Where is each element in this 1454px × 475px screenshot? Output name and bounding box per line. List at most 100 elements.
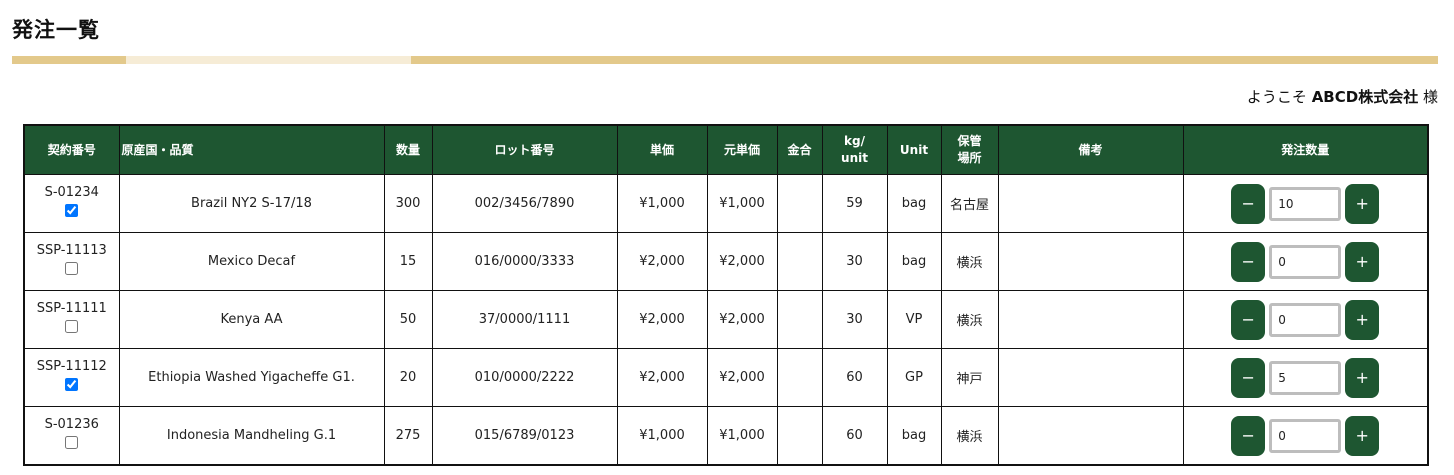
divider-segment-1 [12,56,126,64]
decrement-button[interactable]: − [1231,183,1266,224]
increment-button[interactable]: + [1345,415,1380,456]
metal-cell [776,174,823,233]
quantity-cell: 275 [383,406,433,466]
storage-cell: 横浜 [940,290,999,349]
table-row: SSP-11113 Mexico Decaf 15 016/0000/3333 ¥2,0… [23,232,1429,291]
metal-cell [776,406,823,466]
header-kg-unit-line1: kg/ [844,134,865,149]
quantity-stepper: −+ [1184,415,1428,456]
quantity-cell: 15 [383,232,433,291]
remarks-cell [997,290,1184,349]
order-quantity-input[interactable] [1269,418,1342,453]
increment-button[interactable]: + [1345,241,1380,282]
storage-cell: 横浜 [940,232,999,291]
header-metal: 金合 [776,124,823,175]
unit-cell: VP [886,290,942,349]
table-row: SSP-11111 Kenya AA 50 37/0000/1111 ¥2,000 ¥2,… [23,290,1429,349]
increment-button[interactable]: + [1345,183,1380,224]
remarks-cell [997,406,1184,466]
order-qty-cell: −+ [1182,406,1429,466]
kg-unit-cell: 60 [821,348,888,407]
lot-cell: 002/3456/7890 [431,174,618,233]
decrement-button[interactable]: − [1231,415,1266,456]
kg-unit-cell: 60 [821,406,888,466]
unit-price-cell: ¥1,000 [616,174,708,233]
company-name: ABCD株式会社 [1311,88,1419,106]
order-quantity-input[interactable] [1269,302,1342,337]
contract-number: S-01234 [44,185,99,201]
welcome-prefix: ようこそ [1246,88,1307,106]
metal-cell [776,290,823,349]
header-lot: ロット番号 [431,124,618,175]
header-contract: 契約番号 [23,124,120,175]
increment-button[interactable]: + [1345,357,1380,398]
header-kg-unit-line2: unit [841,151,868,165]
welcome-suffix: 様 [1422,88,1438,106]
row-select-checkbox[interactable] [65,204,79,217]
quantity-stepper: −+ [1184,299,1428,340]
welcome-message: ようこそ ABCD株式会社 様 [1247,86,1438,107]
decrement-button[interactable]: − [1231,299,1266,340]
metal-cell [776,232,823,291]
order-quantity-input[interactable] [1269,360,1342,395]
row-select-checkbox[interactable] [65,262,79,275]
divider-segment-2 [126,56,411,64]
table-row: S-01234 Brazil NY2 S-17/18 300 002/3456/789… [23,174,1429,233]
order-table: 契約番号 原産国・品質 数量 ロット番号 単価 元単価 金合 kg/ unit … [23,124,1429,466]
remarks-cell [997,232,1184,291]
contract-number: SSP-11112 [36,359,107,375]
base-price-cell: ¥2,000 [706,232,778,291]
row-select-checkbox[interactable] [65,320,79,333]
decrement-button[interactable]: − [1231,241,1266,282]
header-remarks: 備考 [997,124,1184,175]
quantity-cell: 300 [383,174,433,233]
origin-cell: Ethiopia Washed Yigacheffe G1. [118,348,385,407]
unit-price-cell: ¥2,000 [616,232,708,291]
quantity-stepper: −+ [1184,241,1428,282]
remarks-cell [997,348,1184,407]
lot-cell: 010/0000/2222 [431,348,618,407]
storage-cell: 神戸 [940,348,999,407]
contract-cell: S-01236 [23,406,120,466]
header-origin: 原産国・品質 [118,124,385,175]
row-select-checkbox[interactable] [65,378,79,391]
order-quantity-input[interactable] [1269,186,1342,221]
quantity-stepper: −+ [1184,183,1428,224]
contract-cell: SSP-11112 [23,348,120,407]
order-quantity-input[interactable] [1269,244,1342,279]
lot-cell: 016/0000/3333 [431,232,618,291]
divider-segment-3 [411,56,1438,64]
contract-number: S-01236 [44,417,99,433]
remarks-cell [997,174,1184,233]
table-row: SSP-11112 Ethiopia Washed Yigacheffe G1. 2… [23,348,1429,407]
title-divider [12,56,1438,64]
order-qty-cell: −+ [1182,348,1429,407]
header-storage-line2: 場所 [957,151,982,165]
contract-number: SSP-11111 [36,301,107,317]
header-storage: 保管 場所 [940,124,999,175]
contract-cell: SSP-11113 [23,232,120,291]
unit-cell: bag [886,232,942,291]
quantity-cell: 20 [383,348,433,407]
lot-cell: 37/0000/1111 [431,290,618,349]
origin-cell: Indonesia Mandheling G.1 [118,406,385,466]
storage-cell: 横浜 [940,406,999,466]
base-price-cell: ¥1,000 [706,406,778,466]
decrement-button[interactable]: − [1231,357,1266,398]
kg-unit-cell: 59 [821,174,888,233]
header-quantity: 数量 [383,124,433,175]
increment-button[interactable]: + [1345,299,1380,340]
order-qty-cell: −+ [1182,174,1429,233]
contract-number: SSP-11113 [36,243,107,259]
page-title: 発注一覧 [12,18,100,42]
order-qty-cell: −+ [1182,290,1429,349]
unit-cell: bag [886,174,942,233]
base-price-cell: ¥2,000 [706,290,778,349]
header-storage-line1: 保管 [957,134,982,149]
lot-cell: 015/6789/0123 [431,406,618,466]
origin-cell: Brazil NY2 S-17/18 [118,174,385,233]
order-qty-cell: −+ [1182,232,1429,291]
quantity-cell: 50 [383,290,433,349]
contract-cell: S-01234 [23,174,120,233]
row-select-checkbox[interactable] [65,436,79,449]
